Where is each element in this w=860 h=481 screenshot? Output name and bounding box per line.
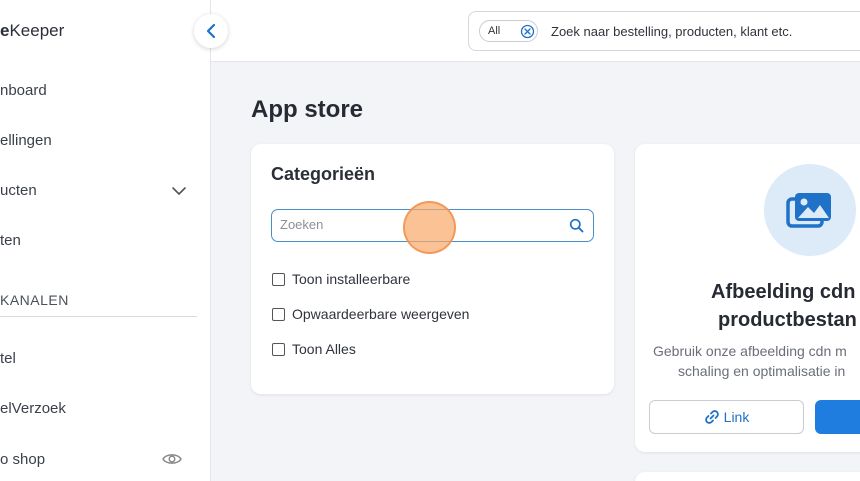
filter-label: Toon Alles <box>292 341 356 357</box>
app-name-line-2: productbestan <box>718 309 857 331</box>
sidebar-item-bestellingen[interactable]: ellingen <box>0 132 52 149</box>
sidebar-item-channel-2[interactable]: elVerzoek <box>0 400 66 417</box>
eye-icon[interactable] <box>162 450 182 468</box>
top-bar: All Zoek naar bestelling, producten, kla… <box>211 0 860 62</box>
sidebar-section-kanalen: KANALEN <box>0 292 69 308</box>
categories-title: Categorieën <box>271 164 376 184</box>
sidebar: eKeeper nboard ellingen ucten ten KANALE… <box>0 0 211 481</box>
chevron-down-icon[interactable] <box>171 183 187 199</box>
sidebar-item-producten[interactable]: ucten <box>0 182 37 199</box>
checkbox[interactable] <box>272 272 285 286</box>
global-search-input[interactable]: Zoek naar bestelling, producten, klant e… <box>551 24 792 39</box>
sidebar-item-dashboard[interactable]: nboard <box>0 82 47 99</box>
global-search[interactable]: All Zoek naar bestelling, producten, kla… <box>468 11 860 51</box>
sidebar-item-channel-1[interactable]: tel <box>0 350 16 367</box>
search-scope-label: All <box>488 25 501 37</box>
filter-label: Toon installeerbare <box>292 271 411 287</box>
app-card: Afbeelding cdn productbestan Gebruik onz… <box>635 144 860 452</box>
page-title: App store <box>251 96 364 123</box>
app-icon-container <box>764 164 856 256</box>
sidebar-item-channel-3[interactable]: o shop <box>0 451 45 468</box>
link-button-label: Link <box>723 409 750 425</box>
app-description-line-1: Gebruik onze afbeelding cdn m <box>653 343 847 359</box>
app-name-line-1: Afbeelding cdn <box>711 281 856 303</box>
install-button[interactable] <box>815 400 860 434</box>
search-scope-chip[interactable]: All <box>479 20 538 42</box>
link-button[interactable]: Link <box>649 400 804 434</box>
sidebar-divider <box>0 316 197 317</box>
checkbox[interactable] <box>272 342 285 356</box>
app-card-next <box>635 472 860 481</box>
images-icon <box>786 193 831 228</box>
click-indicator <box>403 201 456 254</box>
filter-installable[interactable]: Toon installeerbare <box>272 271 410 287</box>
logo-suffix: Keeper <box>9 21 65 40</box>
filter-label: Opwaardeerbare weergeven <box>292 306 470 322</box>
filter-upgradeable[interactable]: Opwaardeerbare weergeven <box>272 306 469 322</box>
app-logo[interactable]: eKeeper <box>0 21 64 41</box>
chevron-left-icon <box>206 23 216 39</box>
filter-show-all[interactable]: Toon Alles <box>272 341 356 357</box>
app-description-line-2: schaling en optimalisatie in <box>678 363 846 379</box>
search-icon[interactable] <box>569 218 584 233</box>
checkbox[interactable] <box>272 307 285 321</box>
collapse-sidebar-button[interactable] <box>194 14 228 48</box>
link-icon <box>704 410 719 424</box>
sidebar-item-klanten[interactable]: ten <box>0 232 21 249</box>
clear-scope-icon[interactable] <box>520 24 535 39</box>
categories-card: Categorieën Toon installeerbare Opwaarde… <box>251 144 614 394</box>
